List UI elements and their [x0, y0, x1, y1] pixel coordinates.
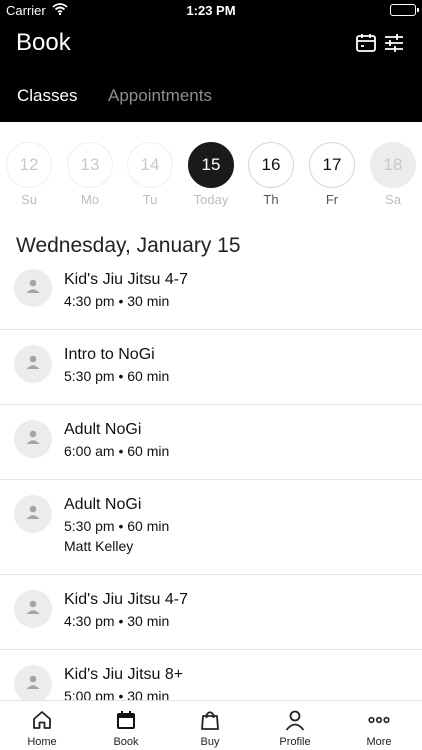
calendar-icon: [115, 709, 137, 731]
person-icon: [25, 354, 41, 375]
tabbar-label: Home: [27, 736, 57, 748]
tabbar-label: More: [366, 736, 392, 748]
day-saturday[interactable]: 18 Sa: [370, 142, 416, 207]
day-label: Fr: [325, 192, 339, 207]
day-number: 13: [67, 142, 113, 188]
tabbar-label: Profile: [279, 736, 311, 748]
class-time: 6:00 am • 60 min: [64, 443, 170, 459]
avatar: [14, 665, 52, 700]
tabbar-buy[interactable]: Buy: [168, 701, 252, 750]
avatar: [14, 420, 52, 458]
date-heading: Wednesday, January 15: [16, 234, 241, 257]
day-label: Th: [263, 192, 279, 207]
tab-strip: Classes Appointments: [0, 86, 422, 110]
class-time: 5:30 pm • 60 min: [64, 368, 170, 384]
person-icon: [25, 504, 41, 525]
avatar: [14, 345, 52, 383]
day-number: 18: [370, 142, 416, 188]
class-info: Adult NoGi 6:00 am • 60 min: [64, 420, 169, 461]
day-number: 12: [6, 142, 52, 188]
home-icon: [31, 709, 53, 731]
class-name: Adult NoGi: [64, 496, 142, 513]
class-info: Adult NoGi 5:30 pm • 60 min Matt Kelley: [64, 495, 169, 556]
class-info: Kid's Jiu Jitsu 4-7 4:30 pm • 30 min: [64, 270, 188, 311]
class-time: 5:30 pm • 60 min: [64, 518, 170, 534]
class-time: 4:30 pm • 30 min: [64, 613, 170, 629]
tabbar-home[interactable]: Home: [0, 701, 84, 750]
day-label: Su: [21, 192, 37, 207]
day-number: 17: [309, 142, 355, 188]
battery-icon: [390, 4, 419, 16]
person-icon: [25, 674, 41, 695]
clock: 1:23 PM: [186, 3, 236, 18]
day-monday[interactable]: 13 Mo: [67, 142, 113, 207]
person-icon: [25, 599, 41, 620]
calendar-icon[interactable]: [355, 33, 377, 53]
class-name: Kid's Jiu Jitsu 8+: [64, 666, 184, 683]
day-label: Today: [193, 192, 229, 207]
class-info: Intro to NoGi 5:30 pm • 60 min: [64, 345, 169, 386]
day-number: 16: [248, 142, 294, 188]
bottom-tab-bar: Home Book Buy Profile More: [0, 700, 422, 750]
class-info: Kid's Jiu Jitsu 4-7 4:30 pm • 30 min: [64, 590, 188, 631]
person-icon: [25, 429, 41, 450]
avatar: [14, 495, 52, 533]
day-number: 15: [188, 142, 234, 188]
class-name: Adult NoGi: [64, 421, 142, 438]
tab-appointments[interactable]: Appointments: [108, 86, 212, 106]
avatar: [14, 590, 52, 628]
day-tuesday[interactable]: 14 Tu: [127, 142, 173, 207]
class-list: Kid's Jiu Jitsu 4-7 4:30 pm • 30 min Int…: [0, 258, 422, 700]
day-thursday[interactable]: 16 Th: [248, 142, 294, 207]
class-row[interactable]: Kid's Jiu Jitsu 8+ 5:00 pm • 30 min: [0, 650, 422, 700]
class-row[interactable]: Kid's Jiu Jitsu 4-7 4:30 pm • 30 min: [0, 575, 422, 650]
class-row[interactable]: Intro to NoGi 5:30 pm • 60 min: [0, 330, 422, 405]
page-title: Book: [16, 29, 71, 56]
class-name: Kid's Jiu Jitsu 4-7: [64, 591, 188, 608]
tabbar-profile[interactable]: Profile: [253, 701, 337, 750]
tabbar-more[interactable]: More: [337, 701, 421, 750]
day-today[interactable]: 15 Today: [188, 142, 234, 207]
person-icon: [25, 278, 41, 299]
class-name: Kid's Jiu Jitsu 4-7: [64, 271, 188, 288]
tabbar-label: Book: [113, 736, 139, 748]
class-row[interactable]: Adult NoGi 6:00 am • 60 min: [0, 405, 422, 480]
tabbar-label: Buy: [200, 736, 220, 748]
day-label: Mo: [80, 192, 100, 207]
tab-classes[interactable]: Classes: [17, 86, 77, 106]
status-bar: Carrier 1:23 PM: [0, 0, 422, 20]
header: Book Classes Appointments: [0, 20, 422, 122]
class-time: 5:00 pm • 30 min: [64, 688, 170, 700]
day-label: Tu: [142, 192, 158, 207]
day-picker: 12 Su 13 Mo 14 Tu 15 Today 16 Th 17 Fr 1…: [0, 142, 422, 208]
person-icon: [284, 709, 306, 731]
class-name: Intro to NoGi: [64, 346, 155, 363]
class-row[interactable]: Adult NoGi 5:30 pm • 60 min Matt Kelley: [0, 480, 422, 575]
shopping-bag-icon: [199, 709, 221, 731]
class-time: 4:30 pm • 30 min: [64, 293, 170, 309]
filter-icon[interactable]: [383, 33, 405, 53]
tabbar-book[interactable]: Book: [84, 701, 168, 750]
day-label: Sa: [385, 192, 401, 207]
day-number: 14: [127, 142, 173, 188]
day-friday[interactable]: 17 Fr: [309, 142, 355, 207]
class-instructor: Matt Kelley: [64, 538, 134, 554]
class-info: Kid's Jiu Jitsu 8+ 5:00 pm • 30 min: [64, 665, 183, 700]
avatar: [14, 269, 52, 307]
more-icon: [368, 709, 390, 731]
day-sunday[interactable]: 12 Su: [6, 142, 52, 207]
class-row[interactable]: Kid's Jiu Jitsu 4-7 4:30 pm • 30 min: [0, 258, 422, 330]
